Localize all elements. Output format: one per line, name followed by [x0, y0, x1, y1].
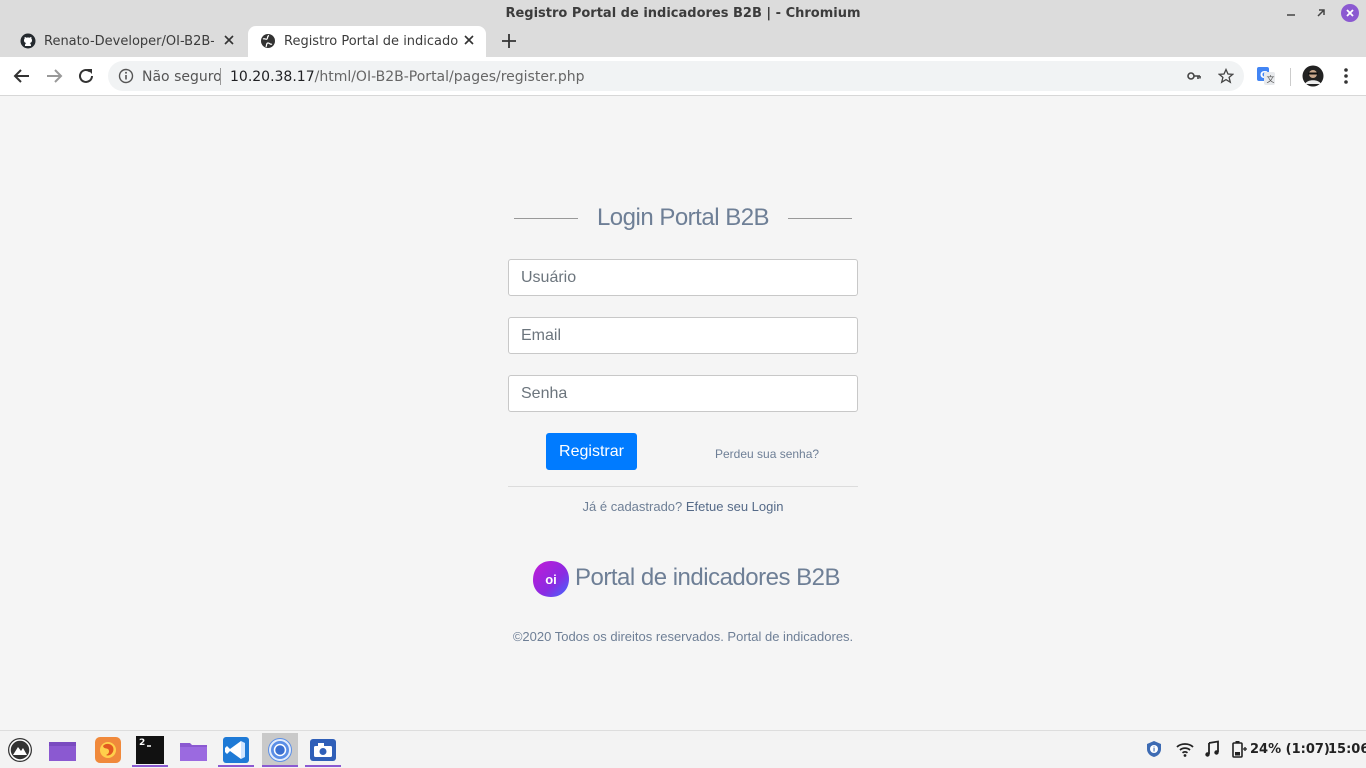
username-input[interactable]	[508, 259, 858, 296]
globe-icon	[261, 34, 275, 48]
reload-button[interactable]	[75, 65, 97, 87]
address-bar[interactable]: Não seguro 10.20.38.17/html/OI-B2B-Porta…	[108, 61, 1244, 91]
brand-name: Portal de indicadores B2B	[575, 564, 841, 591]
info-icon[interactable]	[118, 68, 134, 84]
taskbar-desktop[interactable]	[44, 733, 80, 767]
firefox-icon	[95, 737, 121, 763]
tab-strip: Renato-Developer/OI-B2B-Portal Registro …	[0, 26, 1366, 57]
restore-button[interactable]	[1312, 4, 1330, 22]
oi-logo-icon: oi	[533, 561, 569, 597]
security-label[interactable]: Não seguro	[142, 69, 222, 85]
copyright-text: ©2020 Todos os direitos reservados. Port…	[512, 629, 854, 644]
folder-icon	[180, 743, 207, 761]
heading-line-right	[788, 218, 852, 219]
shield-update-icon[interactable]: i	[1145, 740, 1163, 758]
taskbar-vscode[interactable]	[218, 733, 254, 767]
login-link[interactable]: Efetue seu Login	[686, 499, 784, 514]
form-divider	[508, 486, 858, 487]
github-icon	[20, 33, 36, 49]
active-indicator	[305, 765, 341, 767]
url-path: /html/OI-B2B-Portal/pages/register.php	[314, 69, 585, 85]
start-menu-button[interactable]	[2, 733, 38, 767]
arrow-left-icon	[13, 69, 29, 83]
active-indicator	[218, 765, 254, 767]
translate-icon[interactable]: G 文	[1256, 66, 1276, 86]
svg-text:i: i	[1153, 747, 1155, 754]
plus-icon	[502, 34, 516, 48]
active-indicator	[262, 765, 298, 767]
close-icon	[1346, 9, 1354, 17]
url-text[interactable]: 10.20.38.17/html/OI-B2B-Portal/pages/reg…	[230, 69, 585, 85]
arrow-right-icon	[47, 69, 63, 83]
already-registered-text: Já é cadastrado? Efetue seu Login	[508, 499, 858, 514]
terminal-badge: 2	[139, 738, 145, 748]
restore-icon	[1317, 9, 1325, 17]
close-icon	[464, 35, 474, 45]
taskbar-firefox[interactable]	[90, 733, 126, 767]
camera-icon	[310, 739, 336, 761]
chromium-icon	[268, 738, 292, 762]
menu-dots-icon[interactable]	[1336, 66, 1356, 86]
star-icon[interactable]	[1218, 68, 1234, 84]
new-tab-button[interactable]	[498, 30, 520, 52]
vscode-icon	[223, 737, 249, 763]
close-icon	[224, 35, 234, 45]
profile-avatar-icon[interactable]	[1302, 65, 1324, 87]
logo-text: oi	[545, 572, 557, 587]
forward-button[interactable]	[43, 65, 65, 87]
tab-label: Registro Portal de indicadores B2B	[284, 34, 458, 49]
brand: oi Portal de indicadores B2B	[532, 560, 852, 598]
window-titlebar: Registro Portal de indicadores B2B | - C…	[0, 0, 1366, 26]
desktop-icon	[49, 742, 76, 761]
lubuntu-menu-icon	[8, 738, 32, 762]
lost-password-link[interactable]: Perdeu sua senha?	[715, 447, 819, 461]
page-content: Login Portal B2B Registrar Perdeu sua se…	[0, 96, 1366, 730]
url-host: 10.20.38.17	[230, 69, 315, 85]
tab-label: Renato-Developer/OI-B2B-Portal	[44, 34, 214, 49]
back-button[interactable]	[11, 65, 33, 87]
omnibox-separator	[220, 68, 221, 85]
taskbar-chromium[interactable]	[262, 733, 298, 767]
battery-icon[interactable]	[1230, 740, 1248, 758]
tab-github[interactable]: Renato-Developer/OI-B2B-Portal	[8, 26, 246, 57]
clock[interactable]: 15:06	[1328, 742, 1366, 757]
taskbar-terminal[interactable]: 2	[132, 733, 168, 767]
taskbar-screenshot[interactable]	[305, 733, 341, 767]
close-window-button[interactable]	[1341, 4, 1359, 22]
taskbar-files[interactable]	[175, 733, 211, 767]
tab-close-button[interactable]	[220, 31, 238, 49]
email-input[interactable]	[508, 317, 858, 354]
svg-text:文: 文	[1267, 74, 1275, 84]
window-title: Registro Portal de indicadores B2B | - C…	[505, 6, 861, 21]
password-input[interactable]	[508, 375, 858, 412]
battery-status[interactable]: 24% (1:07)	[1250, 742, 1330, 757]
toolbar-separator	[1290, 68, 1291, 86]
already-label: Já é cadastrado?	[582, 499, 683, 514]
music-note-icon[interactable]	[1203, 740, 1221, 758]
active-indicator	[132, 765, 168, 767]
minimize-icon	[1287, 14, 1295, 16]
login-heading: Login Portal B2B	[508, 204, 858, 234]
register-button[interactable]: Registrar	[546, 433, 637, 470]
minimize-button[interactable]	[1282, 4, 1300, 22]
browser-toolbar: Não seguro 10.20.38.17/html/OI-B2B-Porta…	[0, 57, 1366, 96]
tab-close-button[interactable]	[460, 31, 478, 49]
key-icon[interactable]	[1186, 68, 1202, 84]
wifi-icon[interactable]	[1176, 740, 1194, 758]
terminal-icon: 2	[136, 736, 164, 764]
reload-icon	[79, 68, 93, 83]
tab-register[interactable]: Registro Portal de indicadores B2B	[248, 26, 486, 57]
